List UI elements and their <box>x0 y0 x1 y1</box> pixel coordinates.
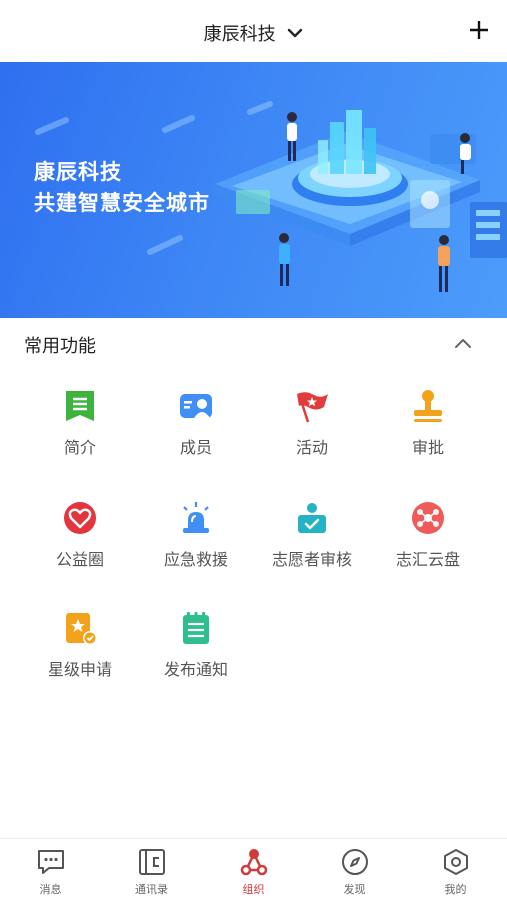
function-publish-notice[interactable]: 发布通知 <box>138 602 254 702</box>
top-bar: 康辰科技 <box>0 0 507 62</box>
function-label: 星级申请 <box>47 660 112 679</box>
function-label: 应急救援 <box>163 550 228 569</box>
chevron-up-icon[interactable] <box>453 334 473 354</box>
function-label: 志愿者审核 <box>271 550 352 569</box>
function-label: 审批 <box>411 438 444 457</box>
function-approval[interactable]: 审批 <box>370 380 486 480</box>
function-star-application[interactable]: 星级申请 <box>22 602 138 702</box>
bookmark-doc-icon <box>66 391 94 421</box>
bottom-tab-bar: 消息 通讯录 组织 发现 我的 <box>0 838 507 900</box>
function-cloud-disk[interactable]: 志汇云盘 <box>370 492 486 592</box>
function-label: 活动 <box>295 438 328 457</box>
red-flag-icon <box>297 392 328 423</box>
function-volunteer-review[interactable]: 志愿者审核 <box>254 492 370 592</box>
tab-messages[interactable]: 消息 <box>0 839 101 900</box>
function-label: 成员 <box>179 438 212 457</box>
function-label: 公益圈 <box>55 550 104 569</box>
org-switcher[interactable]: 康辰科技 <box>0 20 507 46</box>
banner-company-name: 康辰科技 <box>34 160 122 184</box>
star-badge-icon <box>66 613 97 645</box>
function-activity[interactable]: 活动 <box>254 380 370 480</box>
chevron-down-icon <box>288 28 303 38</box>
function-charity-circle[interactable]: 公益圈 <box>22 492 138 592</box>
tab-label: 消息 <box>39 883 62 896</box>
tab-label: 通讯录 <box>135 883 168 896</box>
message-icon <box>38 850 64 874</box>
function-emergency-rescue[interactable]: 应急救援 <box>138 492 254 592</box>
org-title: 康辰科技 <box>203 24 276 45</box>
organization-icon <box>240 849 268 876</box>
heart-circle-icon <box>64 502 96 534</box>
tab-organization[interactable]: 组织 <box>203 839 304 900</box>
function-label: 发布通知 <box>163 660 228 679</box>
banner-slogan: 共建智慧安全城市 <box>34 191 210 215</box>
function-label: 志汇云盘 <box>395 550 460 569</box>
tab-label: 发现 <box>343 883 366 896</box>
compass-icon <box>342 849 368 875</box>
section-title: 常用功能 <box>24 336 96 357</box>
volunteer-check-icon <box>298 503 326 533</box>
tab-contacts[interactable]: 通讯录 <box>101 839 202 900</box>
promo-banner[interactable]: 康辰科技 共建智慧安全城市 <box>0 62 507 318</box>
tab-label: 组织 <box>242 883 265 896</box>
siren-icon <box>183 502 209 533</box>
function-intro[interactable]: 简介 <box>22 380 138 480</box>
tab-label: 我的 <box>444 883 467 896</box>
member-card-icon <box>180 394 212 418</box>
hexagon-settings-icon <box>444 849 468 875</box>
function-members[interactable]: 成员 <box>138 380 254 480</box>
plus-icon[interactable] <box>467 18 491 42</box>
function-label: 简介 <box>63 438 96 457</box>
common-functions-header: 常用功能 <box>0 318 507 370</box>
cloud-disk-icon <box>412 502 444 534</box>
notepad-icon <box>183 612 209 644</box>
stamp-icon <box>414 390 442 422</box>
tab-discover[interactable]: 发现 <box>304 839 405 900</box>
tab-me[interactable]: 我的 <box>405 839 506 900</box>
contacts-icon <box>139 849 165 875</box>
